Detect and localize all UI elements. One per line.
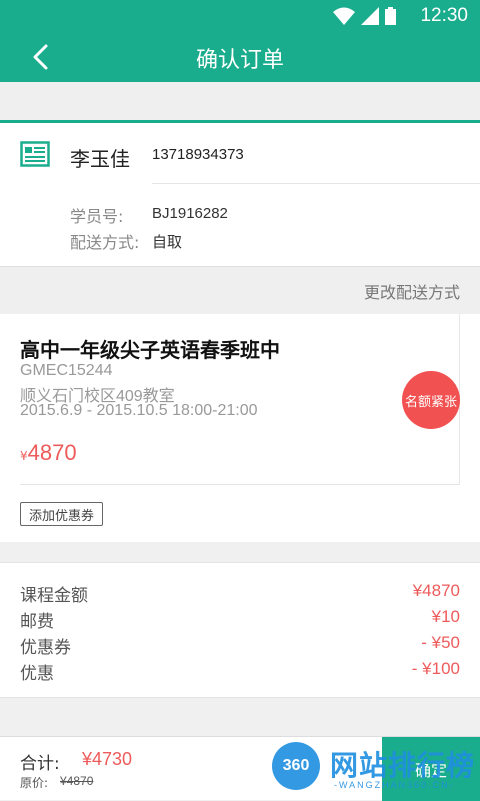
summary-value: ¥10	[431, 607, 460, 626]
student-id-label: 学员号:	[70, 207, 124, 226]
course-code: GMEC15244	[20, 362, 113, 379]
wifi-icon	[333, 7, 355, 25]
summary-value: - ¥100	[411, 659, 460, 678]
student-id-value: BJ1916282	[152, 205, 228, 222]
status-bar: 12:30	[0, 0, 480, 32]
divider	[20, 484, 460, 485]
summary-value: - ¥50	[421, 633, 460, 652]
course-schedule: 2015.6.9 - 2015.10.5 18:00-21:00	[20, 402, 258, 419]
course-price: ¥4870	[20, 440, 77, 466]
total-label: 合计:	[20, 754, 60, 774]
delivery-label: 配送方式:	[70, 233, 140, 252]
summary-label: 优惠	[20, 664, 54, 684]
checkout-bar: 合计: ¥4730 原价: ¥4870 确定	[0, 736, 480, 801]
original-price-label: 原价:	[20, 776, 49, 790]
summary-label: 优惠券	[20, 638, 71, 658]
limited-seats-badge: 名额紧张	[402, 371, 460, 429]
summary-row: 邮费 ¥10	[20, 607, 460, 633]
spacer	[0, 82, 480, 120]
page-title: 确认订单	[195, 48, 284, 73]
original-price-value: ¥4870	[60, 774, 94, 788]
course-price-value: 4870	[27, 440, 77, 465]
user-info-card: 李玉佳 13718934373 学员号: BJ1916282 配送方式: 自取	[0, 120, 480, 266]
total-value: ¥4730	[82, 749, 133, 769]
user-name: 李玉佳	[70, 147, 130, 171]
course-title: 高中一年级尖子英语春季班中	[20, 338, 280, 362]
status-icons	[333, 7, 396, 25]
change-delivery-row: 更改配送方式	[0, 266, 480, 314]
user-phone: 13718934373	[152, 146, 244, 163]
title-bar: 确认订单	[0, 32, 480, 82]
summary-row: 优惠券 - ¥50	[20, 633, 460, 659]
currency-symbol: ¥	[20, 449, 28, 463]
change-delivery-link[interactable]: 更改配送方式	[364, 279, 460, 303]
summary-value: ¥4870	[412, 581, 460, 600]
summary-row: 优惠 - ¥100	[20, 659, 460, 685]
summary-label: 邮费	[20, 612, 54, 632]
course-card: 高中一年级尖子英语春季班中 GMEC15244 顺义石门校区409教室 2015…	[0, 314, 480, 542]
summary-row: 课程金额 ¥4870	[20, 581, 460, 607]
divider	[152, 183, 480, 184]
price-summary: 课程金额 ¥4870 邮费 ¥10 优惠券 - ¥50 优惠 - ¥100	[0, 562, 480, 698]
id-card-icon	[20, 141, 50, 167]
summary-label: 课程金额	[20, 586, 88, 606]
add-coupon-button[interactable]: 添加优惠券	[20, 502, 103, 526]
battery-icon	[385, 7, 396, 25]
signal-icon	[361, 7, 379, 25]
delivery-value: 自取	[152, 233, 183, 251]
confirm-button[interactable]: 确定	[382, 737, 480, 801]
status-time: 12:30	[420, 5, 468, 26]
